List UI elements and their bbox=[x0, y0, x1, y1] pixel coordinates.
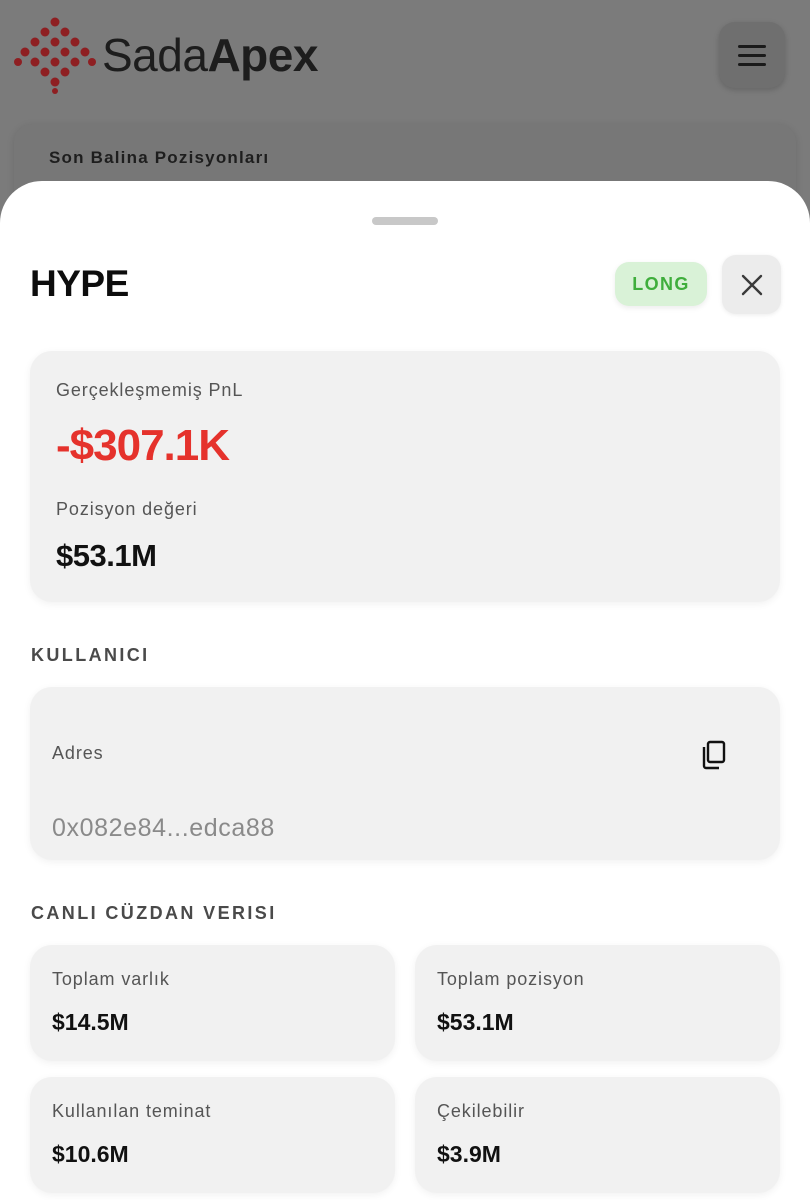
stat-card-total-assets: Toplam varlık $14.5M bbox=[30, 945, 395, 1061]
hamburger-menu-icon bbox=[738, 44, 766, 48]
position-value-label: Pozisyon değeri bbox=[56, 499, 198, 519]
asset-title: HYPE bbox=[30, 263, 129, 304]
brand-logo[interactable]: SadaApex bbox=[14, 16, 318, 94]
close-button[interactable] bbox=[722, 255, 781, 314]
pnl-value: -$307.1K bbox=[56, 421, 230, 470]
stat-label: Toplam pozisyon bbox=[437, 969, 585, 989]
user-section-title: KULLANICI bbox=[31, 645, 150, 665]
stat-label: Toplam varlık bbox=[52, 969, 170, 989]
position-value: $53.1M bbox=[56, 538, 157, 573]
user-card: Adres 0x082e84...edca88 bbox=[30, 687, 780, 860]
stat-label: Kullanılan teminat bbox=[52, 1101, 212, 1121]
pnl-label: Gerçekleşmemiş PnL bbox=[56, 380, 244, 400]
stat-label: Çekilebilir bbox=[437, 1101, 525, 1121]
stat-value: $14.5M bbox=[52, 1009, 129, 1035]
brand-name-light: Sada bbox=[102, 29, 208, 81]
stat-value: $53.1M bbox=[437, 1009, 514, 1035]
address-label: Adres bbox=[52, 743, 104, 763]
dots-logo-icon bbox=[14, 17, 96, 94]
stat-card-total-position: Toplam pozisyon $53.1M bbox=[415, 945, 780, 1061]
brand-name-bold: Apex bbox=[207, 29, 318, 81]
copy-address-button[interactable] bbox=[698, 737, 730, 773]
close-icon bbox=[741, 274, 762, 295]
wallet-section-title: CANLI CÜZDAN VERISI bbox=[31, 903, 277, 923]
pnl-card: Gerçekleşmemiş PnL -$307.1K Pozisyon değ… bbox=[30, 351, 780, 602]
stat-card-used-margin: Kullanılan teminat $10.6M bbox=[30, 1077, 395, 1193]
stat-value: $3.9M bbox=[437, 1141, 501, 1167]
copy-icon bbox=[702, 740, 726, 770]
position-detail-sheet: HYPE LONG Gerçekleşmemiş PnL -$307.1K Po… bbox=[0, 181, 810, 1200]
stat-card-withdrawable: Çekilebilir $3.9M bbox=[415, 1077, 780, 1193]
brand-name: SadaApex bbox=[102, 28, 318, 82]
stat-value: $10.6M bbox=[52, 1141, 129, 1167]
menu-button[interactable] bbox=[719, 22, 785, 88]
sheet-drag-handle[interactable] bbox=[372, 217, 438, 225]
whale-positions-title: Son Balina Pozisyonları bbox=[49, 148, 270, 167]
address-value[interactable]: 0x082e84...edca88 bbox=[52, 814, 275, 843]
side-badge: LONG bbox=[615, 262, 707, 306]
